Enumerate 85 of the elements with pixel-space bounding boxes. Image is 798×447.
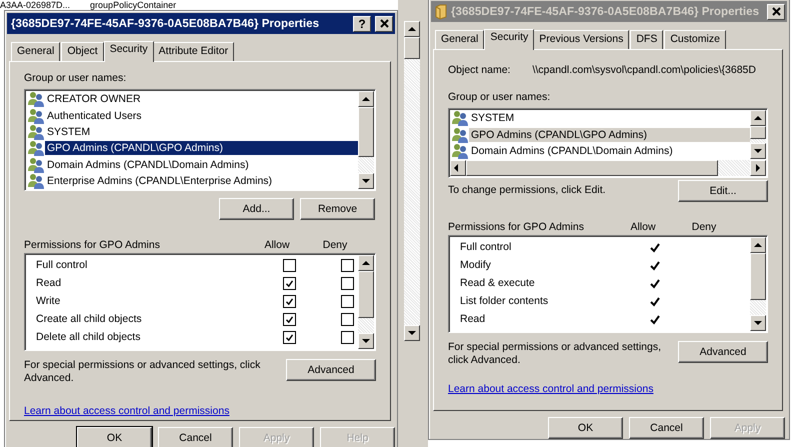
group-list-item[interactable]: GPO Admins (CPANDL\GPO Admins): [45, 141, 358, 156]
permission-name: Read & execute: [460, 277, 536, 289]
permission-name: Read: [36, 277, 62, 289]
tab[interactable]: General: [11, 42, 60, 61]
vertical-scrollbar[interactable]: [404, 21, 420, 341]
advanced-button[interactable]: Advanced: [286, 359, 376, 381]
allow-column-header: Allow: [629, 221, 657, 233]
group-list-item[interactable]: Authenticated Users: [45, 108, 358, 123]
advanced-hint-text: For special permissions or advanced settings, click Advanced.: [448, 341, 662, 367]
group-list-item[interactable]: Enterprise Admins (CPANDL\Enterprise Admins): [45, 174, 358, 188]
checkbox[interactable]: [340, 312, 354, 326]
users-icon: [452, 110, 468, 126]
close-icon: [772, 7, 780, 16]
checkbox[interactable]: [282, 312, 296, 326]
tab[interactable]: Customize: [664, 30, 726, 49]
edit-button[interactable]: Edit...: [678, 180, 768, 202]
checkbox[interactable]: [282, 276, 296, 290]
group-list-item[interactable]: GPO Admins (CPANDL\GPO Admins): [469, 128, 750, 142]
deny-column-header: Deny: [690, 221, 718, 233]
button[interactable]: Cancel: [629, 417, 704, 439]
help-button[interactable]: ?: [353, 16, 371, 32]
users-icon: [28, 108, 44, 124]
checkbox[interactable]: [282, 258, 296, 272]
checkbox[interactable]: [340, 294, 354, 308]
window-title: {3685DE97-74FE-45AF-9376-0A5E08BA7B46} Properties: [451, 5, 760, 18]
permission-name: Read: [460, 313, 486, 325]
help-link[interactable]: Learn about access control and permissions: [448, 383, 768, 395]
users-icon: [452, 142, 468, 159]
permission-name: Create all child objects: [36, 313, 143, 325]
deny-column-header: Deny: [322, 239, 348, 251]
vertical-scrollbar[interactable]: [358, 255, 374, 349]
vertical-scrollbar[interactable]: [358, 91, 374, 189]
permission-name: Write: [36, 295, 62, 307]
checkbox[interactable]: [340, 258, 354, 272]
group-list-item[interactable]: CREATOR OWNER: [45, 92, 358, 106]
permission-name: Delete all child objects: [36, 331, 142, 343]
group-list-item[interactable]: SYSTEM: [45, 124, 358, 139]
users-icon: [28, 156, 44, 173]
checkbox[interactable]: [340, 276, 354, 290]
tab[interactable]: DFS: [630, 30, 664, 49]
tab[interactable]: Previous Versions: [533, 30, 630, 49]
users-icon: [28, 140, 44, 156]
button[interactable]: OK: [548, 417, 623, 439]
vertical-scrollbar[interactable]: [750, 237, 766, 331]
tab[interactable]: Attribute Editor: [152, 42, 234, 61]
close-icon: [380, 19, 388, 28]
object-name-label: Object name:: [448, 64, 510, 76]
allow-column-header: Allow: [263, 239, 291, 251]
checkbox[interactable]: [282, 294, 296, 308]
group-list-label: Group or user names:: [448, 91, 552, 103]
edit-hint-text: To change permissions, click Edit.: [448, 184, 606, 196]
button[interactable]: Add...: [219, 198, 294, 220]
object-class-text: groupPolicyContainer: [90, 0, 176, 10]
help-link[interactable]: Learn about access control and permissions: [24, 405, 376, 417]
close-button[interactable]: [767, 4, 785, 20]
button[interactable]: Remove: [300, 198, 375, 220]
close-button[interactable]: [375, 16, 393, 32]
permissions-label: Permissions for GPO Admins: [24, 239, 161, 251]
advanced-button[interactable]: Advanced: [678, 341, 768, 363]
permission-name: Full control: [36, 259, 88, 271]
users-icon: [28, 173, 44, 190]
horizontal-scrollbar[interactable]: [450, 160, 766, 176]
window-title: {3685DE97-74FE-45AF-9376-0A5E08BA7B46} Properties: [11, 17, 320, 30]
button[interactable]: Cancel: [158, 427, 233, 447]
group-list-label: Group or user names:: [24, 72, 128, 84]
group-list-item[interactable]: Domain Admins (CPANDL\Domain Admins): [469, 144, 750, 158]
permission-name: Full control: [460, 241, 512, 253]
users-icon: [28, 91, 44, 108]
object-name-value: \\cpandl.com\sysvol\cpandl.com\policies\{3685D: [532, 64, 756, 76]
button[interactable]: OK: [77, 427, 152, 447]
checkbox[interactable]: [340, 330, 354, 344]
group-list-item[interactable]: SYSTEM: [469, 111, 750, 126]
vertical-scrollbar[interactable]: [750, 110, 766, 159]
permissions-label: Permissions for GPO Admins: [448, 221, 585, 233]
folder-icon: [435, 4, 447, 20]
checkbox[interactable]: [282, 330, 296, 344]
users-icon: [28, 124, 44, 140]
permission-name: List folder contents: [460, 295, 550, 307]
tab[interactable]: Security: [484, 29, 534, 50]
users-icon: [452, 126, 468, 143]
object-name-text: A3AA-026987D...: [0, 0, 70, 10]
permission-name: Modify: [460, 259, 492, 271]
tab[interactable]: Security: [104, 41, 154, 62]
advanced-hint-text: For special permissions or advanced settings, click Advanced.: [24, 359, 262, 385]
group-list-item[interactable]: Domain Admins (CPANDL\Domain Admins): [45, 158, 358, 172]
